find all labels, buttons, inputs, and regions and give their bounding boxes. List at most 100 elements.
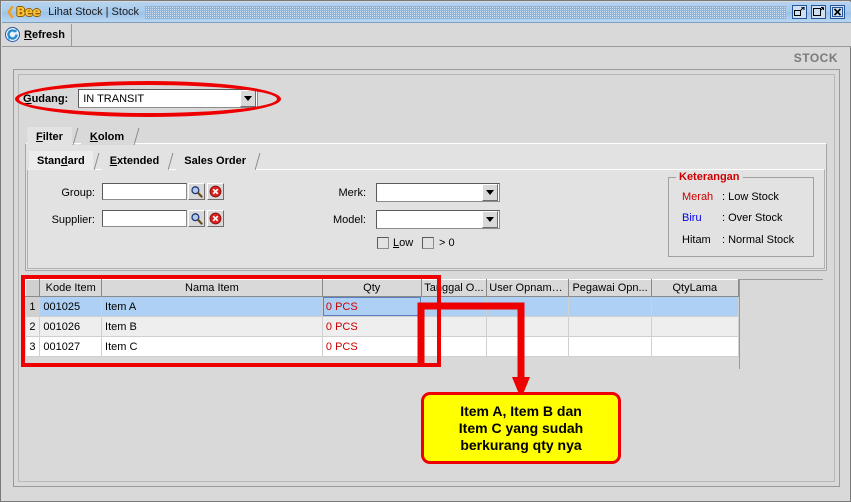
low-checkbox-label: Low [393, 237, 414, 249]
logo-text: Bee [16, 5, 41, 19]
toolbar: Refresh [2, 23, 851, 47]
column-header-qtylama[interactable]: QtyLama [650, 279, 740, 297]
cell-kode-item: 001027 [39, 336, 103, 357]
app-logo: ❮ Bee [6, 5, 41, 19]
cell-pegawai-opname [568, 296, 652, 317]
cell-qtylama [651, 336, 740, 357]
supplier-input[interactable] [102, 210, 187, 227]
application-window: ❮ Bee Lihat Stock | Stock Refresh STOCK … [0, 0, 851, 502]
subtab-sales-order[interactable]: Sales Order [176, 151, 254, 170]
column-header-nama-item[interactable]: Nama Item [101, 279, 323, 297]
keterangan-title: Keterangan [676, 171, 743, 183]
refresh-button-label: Refresh [24, 28, 65, 41]
gtzero-checkbox[interactable] [422, 237, 434, 249]
restore-window-button[interactable] [792, 5, 807, 19]
gtzero-checkbox-label: > 0 [439, 237, 455, 249]
legend-key-biru: Biru [682, 212, 702, 224]
supplier-search-button[interactable] [188, 210, 205, 227]
subtab-divider [93, 153, 102, 170]
tab-divider [72, 128, 81, 145]
low-checkbox[interactable] [377, 237, 389, 249]
cell-nama-item: Item B [101, 316, 323, 337]
legend-row-hitam: Hitam : Normal Stock [682, 234, 794, 246]
subtab-divider [254, 153, 263, 170]
cell-qtylama [651, 316, 740, 337]
gudang-select[interactable]: IN TRANSIT [78, 89, 259, 108]
cell-nama-item: Item A [101, 296, 323, 317]
cell-user-opname [486, 316, 570, 337]
refresh-button[interactable]: Refresh [2, 23, 72, 46]
group-label: Group: [61, 187, 95, 199]
column-header-kode-item[interactable]: Kode Item [39, 279, 103, 297]
titlebar-drag-area[interactable] [145, 5, 786, 19]
cell-qty: 0 PCS [322, 336, 422, 357]
gudang-label: Gudang: [23, 92, 69, 105]
cell-tanggal-opname [421, 316, 488, 337]
tab-strip: Filter Kolom [27, 127, 142, 145]
table-row[interactable]: 2 001026 Item B 0 PCS [25, 316, 740, 337]
row-number: 3 [25, 336, 41, 357]
callout-line-3: berkurang qty nya [460, 436, 582, 453]
window-title: Lihat Stock | Stock [48, 6, 140, 18]
legend-desc-hitam: : Normal Stock [722, 234, 795, 246]
chevron-down-icon[interactable] [482, 211, 498, 228]
table-header-row: Kode Item Nama Item Qty Tanggal O... Use… [24, 279, 740, 297]
cell-qty: 0 PCS [322, 296, 422, 317]
model-select[interactable] [376, 210, 500, 229]
group-input[interactable] [102, 183, 187, 200]
tab-filter[interactable]: Filter [27, 127, 72, 145]
legend-desc-merah: : Low Stock [722, 191, 779, 203]
subtab-standard[interactable]: Stan d ard [29, 151, 93, 170]
cell-user-opname [486, 296, 570, 317]
subtab-extended[interactable]: Extended [101, 151, 168, 170]
clear-icon [209, 185, 222, 198]
window-controls [792, 5, 845, 19]
supplier-clear-button[interactable] [207, 210, 224, 227]
chevron-down-icon[interactable] [482, 184, 498, 201]
legend-row-merah: Merah : Low Stock [682, 191, 779, 203]
column-header-qty[interactable]: Qty [321, 279, 422, 297]
merk-select[interactable] [376, 183, 500, 202]
gudang-selected-value: IN TRANSIT [83, 92, 145, 105]
legend-key-hitam: Hitam [682, 234, 711, 246]
cell-pegawai-opname [568, 316, 652, 337]
tab-kolom[interactable]: Kolom [80, 127, 134, 145]
close-window-button[interactable] [830, 5, 845, 19]
subtab-divider [167, 153, 176, 170]
column-header-pegawai-opname[interactable]: Pegawai Opn... [568, 279, 652, 297]
cell-tanggal-opname [421, 336, 488, 357]
gudang-row: Gudang: IN TRANSIT [23, 89, 259, 108]
tab-divider [133, 128, 142, 145]
group-clear-button[interactable] [207, 183, 224, 200]
table-row[interactable]: 3 001027 Item C 0 PCS [25, 336, 740, 357]
chevron-down-icon[interactable] [240, 90, 257, 107]
cell-qty: 0 PCS [322, 316, 422, 337]
row-number: 2 [25, 316, 41, 337]
cell-tanggal-opname [421, 296, 488, 317]
cell-kode-item: 001025 [39, 296, 103, 317]
table-corner-header [24, 279, 41, 297]
magnifier-icon [191, 213, 203, 225]
logo-arrow-icon: ❮ [6, 5, 16, 18]
legend-row-biru: Biru : Over Stock [682, 212, 783, 224]
title-bar: ❮ Bee Lihat Stock | Stock [2, 2, 851, 23]
stock-table-wrapper: Kode Item Nama Item Qty Tanggal O... Use… [24, 279, 740, 357]
subtab-strip: Stan d ard Extended Sales Order [29, 151, 263, 170]
refresh-icon [5, 27, 20, 42]
column-header-user-opname[interactable]: User Opname ... [486, 279, 570, 297]
callout-line-2: Item C yang sudah [458, 419, 584, 436]
legend-key-merah: Merah [682, 191, 714, 203]
magnifier-icon [191, 186, 203, 198]
maximize-window-button[interactable] [811, 5, 826, 19]
cell-user-opname [486, 336, 570, 357]
stock-table: Kode Item Nama Item Qty Tanggal O... Use… [24, 279, 740, 357]
grid-empty-area [739, 279, 823, 369]
table-row[interactable]: 1 001025 Item A 0 PCS [25, 296, 740, 317]
model-label: Model: [332, 214, 366, 226]
merk-label: Merk: [338, 187, 367, 199]
group-search-button[interactable] [188, 183, 205, 200]
column-header-tanggal-opname[interactable]: Tanggal O... [420, 279, 488, 297]
supplier-label: Supplier: [51, 214, 95, 226]
cell-kode-item: 001026 [39, 316, 103, 337]
clear-icon [209, 212, 222, 225]
